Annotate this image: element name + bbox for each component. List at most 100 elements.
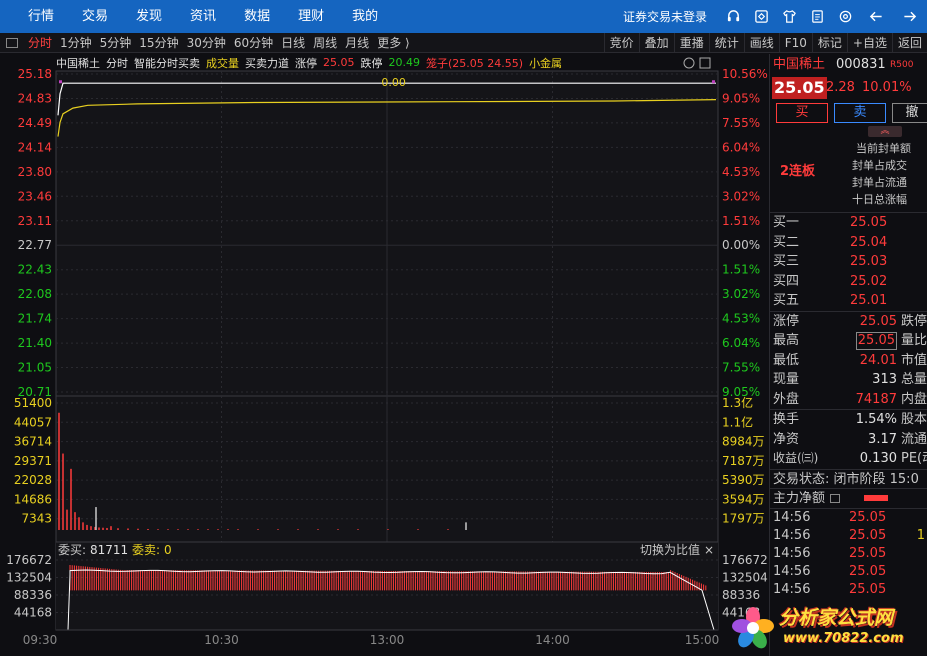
tick-price: 25.05 bbox=[849, 563, 887, 579]
period-tab-month[interactable]: 月线 bbox=[341, 33, 373, 53]
stat-extra: 量比 bbox=[901, 333, 927, 348]
toolbar-biaoji[interactable]: 标记 bbox=[811, 33, 847, 53]
headset-icon[interactable] bbox=[719, 0, 747, 33]
bid-price: 25.04 bbox=[850, 234, 888, 250]
stat-value: 1.54% bbox=[855, 412, 897, 427]
volume-tick-label: 29371 bbox=[14, 454, 52, 468]
amount-tick-label: 5390万 bbox=[722, 473, 765, 487]
chart-smart[interactable]: 智能分时买卖 bbox=[134, 55, 200, 71]
forward-arrow-icon[interactable] bbox=[893, 0, 927, 33]
chart-svg[interactable]: 25.18 10.56% 24.83 9.05% 24.49 7.55% 24.14 6.04… bbox=[0, 54, 769, 656]
limit-marker-left bbox=[59, 80, 62, 84]
bid-row[interactable]: 买二 25.04 bbox=[770, 233, 927, 253]
buy-button[interactable]: 买 bbox=[776, 103, 828, 123]
period-tab-5min[interactable]: 5分钟 bbox=[96, 33, 136, 53]
period-tab-fenshi[interactable]: 分时 bbox=[24, 33, 56, 53]
chart-limit-down: 20.49 bbox=[388, 56, 421, 69]
nav-hangqing[interactable]: 行情 bbox=[0, 0, 68, 33]
x-tick-label: 13:00 bbox=[370, 633, 405, 647]
sell-button[interactable]: 卖 bbox=[834, 103, 886, 123]
stat-row: 换手 1.54% 股本 bbox=[770, 410, 927, 430]
settings-icon[interactable] bbox=[831, 0, 859, 33]
price-tick-label: 23.11 bbox=[18, 214, 52, 228]
nav-jiaoyi[interactable]: 交易 bbox=[68, 0, 122, 33]
chart-mode[interactable]: 分时 bbox=[106, 55, 128, 71]
toolbar-zixuan[interactable]: +自选 bbox=[846, 33, 892, 53]
stat-label: 最高 bbox=[773, 333, 800, 348]
chart-sector[interactable]: 小金属 bbox=[529, 55, 562, 71]
toolbar-chongbo[interactable]: 重播 bbox=[673, 33, 709, 53]
period-tab-day[interactable]: 日线 bbox=[277, 33, 309, 53]
order-buy-value: 81711 bbox=[90, 543, 128, 557]
close-lower-icon: × bbox=[704, 543, 714, 557]
toolbar-f10[interactable]: F10 bbox=[778, 33, 812, 53]
stat-row: 涨停 25.05 跌停 bbox=[770, 312, 927, 332]
grid-icon[interactable] bbox=[747, 0, 775, 33]
order-tick-right: 176672 bbox=[722, 553, 768, 567]
period-tab-more[interactable]: 更多 ⟩ bbox=[373, 33, 414, 53]
seal-info: 当前封单额 封单占成交 封单占流通 十日总涨幅 bbox=[852, 140, 911, 208]
period-tab-week[interactable]: 周线 bbox=[309, 33, 341, 53]
nav-wode[interactable]: 我的 bbox=[338, 0, 392, 33]
center-label: 0.00 bbox=[381, 76, 406, 89]
stat-label: 换手 bbox=[773, 412, 800, 427]
bid-label: 买一 bbox=[773, 215, 800, 230]
stat-value: 25.05 bbox=[855, 332, 897, 350]
toolbar-diejia[interactable]: 叠加 bbox=[638, 33, 674, 53]
stats-block-1: 涨停 25.05 跌停 最高 25.05 量比 最低 24.01 市值 现量 313 总量 外盘… bbox=[770, 312, 927, 410]
price-tick-label: 21.05 bbox=[18, 361, 52, 375]
net-flow-bar bbox=[864, 495, 888, 501]
tick-price: 25.05 bbox=[849, 545, 887, 561]
stat-extra: 总量 bbox=[901, 372, 927, 387]
login-status[interactable]: 证券交易未登录 bbox=[623, 8, 707, 25]
bid-row[interactable]: 买四 25.02 bbox=[770, 272, 927, 292]
price-tick-label: 23.80 bbox=[18, 165, 52, 179]
order-tick-right: 132504 bbox=[722, 571, 768, 585]
bid-row[interactable]: 买三 25.03 bbox=[770, 252, 927, 272]
watermark-logo: 分析家公式网 www.70822.com bbox=[729, 601, 924, 653]
chart-force[interactable]: 买卖力道 bbox=[245, 55, 289, 71]
toolbar-huaxian[interactable]: 画线 bbox=[743, 33, 779, 53]
tick-list[interactable]: 14:56 25.05 14:56 25.05 1 14:56 25.05 14:56 2… bbox=[770, 509, 927, 599]
toolbar-jingjia[interactable]: 竞价 bbox=[603, 33, 639, 53]
stats-block-2: 换手 1.54% 股本 净资 3.17流通 收益(㈢) 0.130 PE(动 bbox=[770, 410, 927, 470]
period-tab-60min[interactable]: 60分钟 bbox=[230, 33, 277, 53]
stat-label: 最低 bbox=[773, 352, 800, 368]
period-tab-30min[interactable]: 30分钟 bbox=[183, 33, 230, 53]
toolbar-tongji[interactable]: 统计 bbox=[708, 33, 744, 53]
cancel-button[interactable]: 撤 bbox=[892, 103, 927, 123]
period-tab-1min[interactable]: 1分钟 bbox=[56, 33, 96, 53]
chart-volume[interactable]: 成交量 bbox=[206, 55, 239, 71]
net-flow-row: 主力净额 bbox=[770, 489, 927, 509]
tick-row: 14:56 25.05 bbox=[770, 509, 927, 527]
x-tick-label: 14:00 bbox=[535, 633, 570, 647]
period-tab-15min[interactable]: 15分钟 bbox=[135, 33, 182, 53]
net-flow-icon[interactable] bbox=[830, 494, 840, 503]
nav-faxian[interactable]: 发现 bbox=[122, 0, 176, 33]
volume-tick-label: 44057 bbox=[14, 415, 52, 429]
back-arrow-icon[interactable] bbox=[859, 0, 893, 33]
stat-row: 净资 3.17 流通 bbox=[770, 430, 927, 450]
volume-tick-label: 22028 bbox=[14, 473, 52, 487]
shirt-icon[interactable] bbox=[775, 0, 803, 33]
pct-tick-label: 6.04% bbox=[722, 336, 760, 350]
document-icon[interactable] bbox=[803, 0, 831, 33]
nav-zixun[interactable]: 资讯 bbox=[176, 0, 230, 33]
price-tick-label: 23.46 bbox=[18, 189, 52, 203]
bid-row[interactable]: 买五 25.01 bbox=[770, 291, 927, 311]
collapse-up-icon[interactable]: ︽ bbox=[868, 126, 902, 137]
toolbar-right: 竞价 叠加 重播 统计 画线 F10 标记 +自选 返回 bbox=[603, 33, 927, 53]
chart-stock-name: 中国稀土 bbox=[56, 56, 100, 70]
price-tick-label: 22.43 bbox=[18, 263, 52, 277]
panel-toggle-icon[interactable] bbox=[6, 37, 18, 48]
tick-price: 25.05 bbox=[849, 509, 887, 525]
nav-shuju[interactable]: 数据 bbox=[230, 0, 284, 33]
bid-row[interactable]: 买一 25.05 bbox=[770, 213, 927, 233]
bid-price: 25.01 bbox=[850, 293, 888, 308]
stock-code: 000831 bbox=[836, 57, 886, 72]
seal-info-3: 封单占流通 bbox=[852, 176, 907, 189]
tick-row: 14:56 25.05 1 bbox=[770, 527, 927, 545]
toolbar-fanhui[interactable]: 返回 bbox=[891, 33, 927, 53]
trade-status: 交易状态: 闭市阶段 15:0 bbox=[773, 471, 919, 487]
nav-licai[interactable]: 理财 bbox=[284, 0, 338, 33]
